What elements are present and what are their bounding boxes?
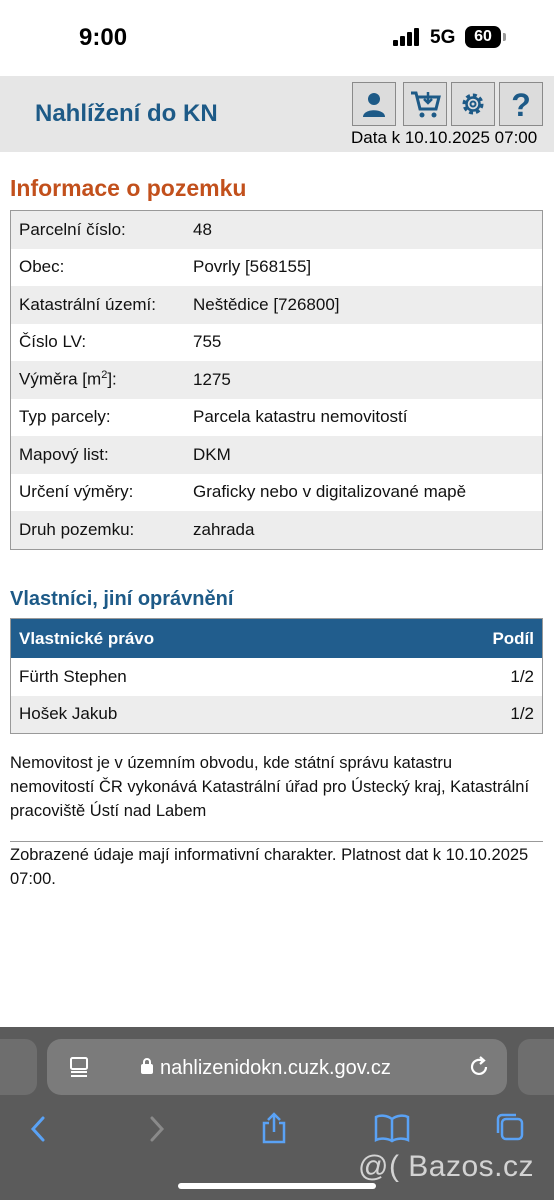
url-text[interactable]: nahlizenidokn.cuzk.gov.cz [160, 1057, 391, 1080]
row-label: Druh pozemku: [19, 519, 135, 539]
row-label: Parcelní číslo: [19, 219, 126, 239]
row-value: Povrly [568155] [193, 257, 312, 277]
battery-tip [503, 33, 506, 41]
parcel-heading: Informace o pozemku [10, 175, 247, 201]
validity-note: Zobrazené údaje mají informativní charak… [10, 846, 529, 888]
signal-icon [393, 28, 421, 46]
tabs-icon[interactable] [494, 1111, 526, 1143]
table-row: Číslo LV: 755 [11, 323, 542, 361]
user-icon [363, 93, 385, 117]
row-value: zahrada [193, 519, 255, 539]
owners-heading: Vlastníci, jiní oprávnění [10, 588, 234, 610]
row-label: Výměra [m2]: [11, 369, 193, 390]
row-value: Neštědice [726800] [193, 294, 340, 314]
app-header: Nahlížení do KN ? Data k 10.10.2025 07:0… [0, 76, 554, 152]
table-row: Typ parcely: Parcela katastru nemovitostí [11, 398, 542, 436]
table-row[interactable]: Fürth Stephen 1/2 [11, 658, 542, 696]
bookmarks-icon[interactable] [374, 1113, 410, 1143]
row-value: Graficky nebo v digitalizované mapě [193, 482, 467, 502]
row-value: 755 [193, 332, 222, 352]
owner-share: 1/2 [510, 666, 534, 686]
row-label: Číslo LV: [19, 332, 87, 352]
battery-icon: 60 [465, 26, 501, 48]
row-label-tail: ]: [107, 370, 117, 390]
row-label: Typ parcely: [19, 407, 111, 427]
data-date: Data k 10.10.2025 07:00 [351, 128, 538, 147]
table-row[interactable]: Hošek Jakub 1/2 [11, 695, 542, 733]
gear-icon [462, 93, 484, 115]
user-button[interactable] [352, 82, 396, 126]
share-icon[interactable] [259, 1111, 289, 1145]
lock-icon [141, 1058, 153, 1074]
owners-table: Vlastnické právo Podíl Fürth Stephen 1/2… [10, 618, 543, 734]
network-label: 5G [430, 27, 456, 48]
owner-share: 1/2 [510, 704, 534, 724]
owner-name: Hošek Jakub [19, 704, 118, 724]
col-right-header: Vlastnické právo [19, 628, 155, 648]
page-menu-icon[interactable] [68, 1056, 90, 1078]
browser-url-area: nahlizenidokn.cuzk.gov.cz [0, 1027, 554, 1101]
row-label-text: Výměra [m [19, 370, 102, 390]
table-row: Výměra [m2]: 1275 [11, 361, 542, 399]
cart-button[interactable] [403, 82, 447, 126]
status-bar: 9:00 5G 60 [0, 0, 554, 76]
app-title[interactable]: Nahlížení do KN [35, 100, 218, 128]
help-button[interactable]: ? [499, 82, 543, 126]
owners-table-header: Vlastnické právo Podíl [11, 619, 542, 658]
watermark: @( Bazos.cz [358, 1150, 534, 1183]
help-icon: ? [511, 88, 531, 120]
table-row: Katastrální území: Neštědice [726800] [11, 286, 542, 324]
home-indicator [178, 1183, 376, 1189]
row-value: 48 [193, 219, 212, 239]
table-row: Obec: Povrly [568155] [11, 248, 542, 286]
row-label: Katastrální území: [19, 294, 157, 314]
back-icon[interactable] [28, 1115, 48, 1143]
prev-tab-preview[interactable] [0, 1039, 37, 1095]
row-value: 1275 [193, 369, 231, 389]
row-label: Mapový list: [19, 444, 109, 464]
parcel-info-table: Parcelní číslo: 48 Obec: Povrly [568155] K… [10, 210, 543, 550]
cart-icon [411, 91, 441, 118]
status-time: 9:00 [79, 24, 128, 51]
divider [10, 841, 543, 842]
jurisdiction-note: Nemovitost je v územním obvodu, kde stát… [10, 754, 530, 820]
svg-text:?: ? [511, 88, 531, 120]
row-label: Obec: [19, 257, 65, 277]
settings-button[interactable] [451, 82, 495, 126]
next-tab-preview[interactable] [518, 1039, 554, 1095]
col-share-header: Podíl [492, 628, 534, 648]
row-value: Parcela katastru nemovitostí [193, 407, 408, 427]
table-row: Druh pozemku: zahrada [11, 511, 542, 549]
row-label: Určení výměry: [19, 482, 134, 502]
forward-icon[interactable] [147, 1115, 167, 1143]
table-row: Určení výměry: Graficky nebo v digitalizo… [11, 473, 542, 511]
owner-name: Fürth Stephen [19, 666, 127, 686]
reload-icon[interactable] [467, 1055, 491, 1079]
table-row: Mapový list: DKM [11, 436, 542, 474]
row-value: DKM [193, 444, 231, 464]
table-row: Parcelní číslo: 48 [11, 211, 542, 249]
